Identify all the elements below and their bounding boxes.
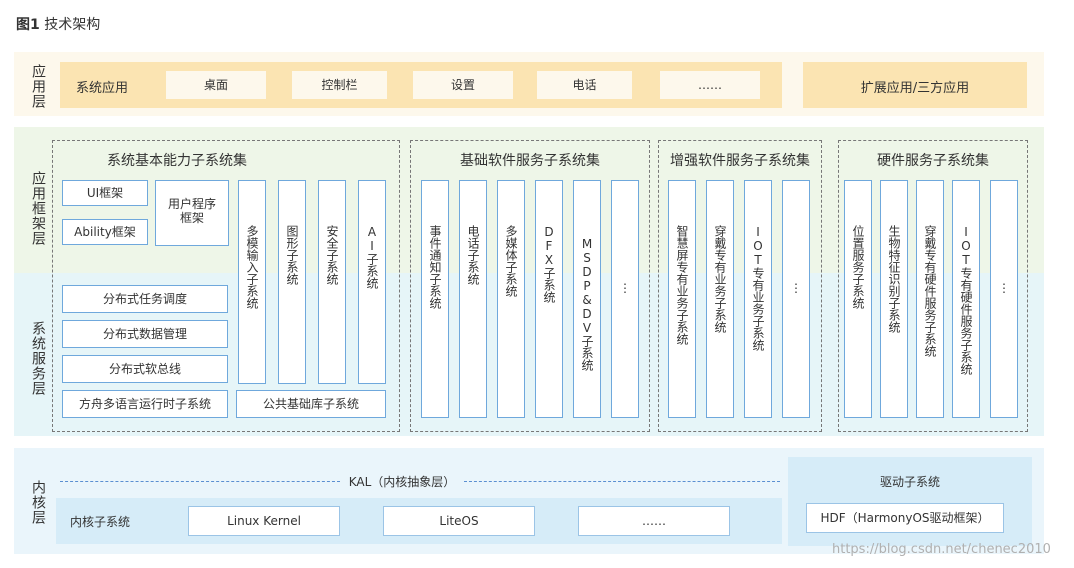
- msdp-dv-column: MSDP&DV子系统: [573, 180, 601, 418]
- iot-label: IOT专有业务子系统: [751, 225, 765, 351]
- ai-column: AI子系统: [358, 180, 386, 384]
- kernel-subsystem-label: 内核子系统: [70, 515, 131, 529]
- graphics-label: 图形子系统: [285, 225, 299, 285]
- figure-number: 图1: [16, 17, 40, 33]
- enhanced-more-label: ⋮: [789, 281, 803, 295]
- layer-label-kernel: 内核层: [30, 479, 46, 525]
- watermark-text: https://blog.csdn.net/chenec2010: [832, 542, 1051, 557]
- liteos-box: LiteOS: [383, 506, 535, 536]
- distributed-softbus-box: 分布式软总线: [62, 355, 228, 383]
- enhanced-more-column: ⋮: [782, 180, 810, 418]
- extended-apps-label: 扩展应用/三方应用: [860, 81, 970, 96]
- ui-framework-box: UI框架: [62, 180, 148, 206]
- graphics-column: 图形子系统: [278, 180, 306, 384]
- smart-screen-column: 智慧屏专有业务子系统: [668, 180, 696, 418]
- linux-kernel-box: Linux Kernel: [188, 506, 340, 536]
- wearable-hardware-label: 穿戴专有硬件服务子系统: [923, 225, 937, 357]
- location-column: 位置服务子系统: [844, 180, 872, 418]
- figure-caption: 技术架构: [44, 17, 101, 33]
- figure-title: 图1 技术架构: [16, 14, 100, 34]
- kal-label: KAL（内核抽象层）: [348, 475, 456, 489]
- security-label: 安全子系统: [325, 225, 339, 285]
- app-control-bar: 控制栏: [292, 71, 387, 99]
- hdf-box: HDF（HarmonyOS驱动框架）: [806, 503, 1004, 533]
- smart-screen-label: 智慧屏专有业务子系统: [675, 225, 689, 345]
- layer-label-framework: 应用框架层: [30, 170, 46, 246]
- driver-subsystem-title: 驱动子系统: [879, 475, 940, 489]
- location-label: 位置服务子系统: [851, 225, 865, 309]
- telephony-column: 电话子系统: [459, 180, 487, 418]
- iot-column: IOT专有业务子系统: [744, 180, 772, 418]
- basic-software-more-column: ⋮: [611, 180, 639, 418]
- hardware-more-label: ⋮: [997, 281, 1011, 295]
- biometrics-label: 生物特征识别子系统: [887, 225, 901, 333]
- iot-hardware-column: IOT专有硬件服务子系统: [952, 180, 980, 418]
- basic-software-more-label: ⋮: [618, 281, 632, 295]
- ai-label: AI子系统: [365, 225, 379, 289]
- multimodal-input-column: 多模输入子系统: [238, 180, 266, 384]
- user-program-framework-box: 用户程序框架: [155, 180, 229, 246]
- biometrics-column: 生物特征识别子系统: [880, 180, 908, 418]
- app-desktop: 桌面: [166, 71, 266, 99]
- app-more: ……: [660, 71, 760, 99]
- common-base-box: 公共基础库子系统: [236, 390, 386, 418]
- wearable-column: 穿戴专有业务子系统: [706, 180, 734, 418]
- wearable-hardware-column: 穿戴专有硬件服务子系统: [916, 180, 944, 418]
- dfx-label: DFX子系统: [542, 225, 556, 303]
- ark-runtime-box: 方舟多语言运行时子系统: [62, 390, 228, 418]
- kernel-more-box: ……: [578, 506, 730, 536]
- app-phone: 电话: [537, 71, 632, 99]
- multimedia-column: 多媒体子系统: [497, 180, 525, 418]
- telephony-label: 电话子系统: [466, 225, 480, 285]
- multimodal-input-label: 多模输入子系统: [245, 225, 259, 309]
- system-apps-label: 系统应用: [76, 81, 129, 96]
- basic-software-title: 基础软件服务子系统集: [460, 153, 600, 169]
- app-settings: 设置: [413, 71, 513, 99]
- event-notification-column: 事件通知子系统: [421, 180, 449, 418]
- enhanced-software-title: 增强软件服务子系统集: [670, 153, 810, 169]
- distributed-data-box: 分布式数据管理: [62, 320, 228, 348]
- msdp-dv-label: MSDP&DV子系统: [580, 237, 594, 371]
- hardware-title: 硬件服务子系统集: [877, 153, 989, 169]
- hardware-more-column: ⋮: [990, 180, 1018, 418]
- ability-framework-box: Ability框架: [62, 219, 148, 245]
- distributed-scheduler-box: 分布式任务调度: [62, 285, 228, 313]
- layer-label-app: 应用层: [30, 63, 46, 109]
- dfx-column: DFX子系统: [535, 180, 563, 418]
- wearable-label: 穿戴专有业务子系统: [713, 225, 727, 333]
- event-notification-label: 事件通知子系统: [428, 225, 442, 309]
- kal-dashed-line-left: [60, 481, 340, 482]
- iot-hardware-label: IOT专有硬件服务子系统: [959, 225, 973, 375]
- kal-dashed-line-right: [464, 481, 780, 482]
- layer-label-service: 系统服务层: [30, 320, 46, 396]
- multimedia-label: 多媒体子系统: [504, 225, 518, 297]
- security-column: 安全子系统: [318, 180, 346, 384]
- basic-capability-title: 系统基本能力子系统集: [107, 153, 247, 169]
